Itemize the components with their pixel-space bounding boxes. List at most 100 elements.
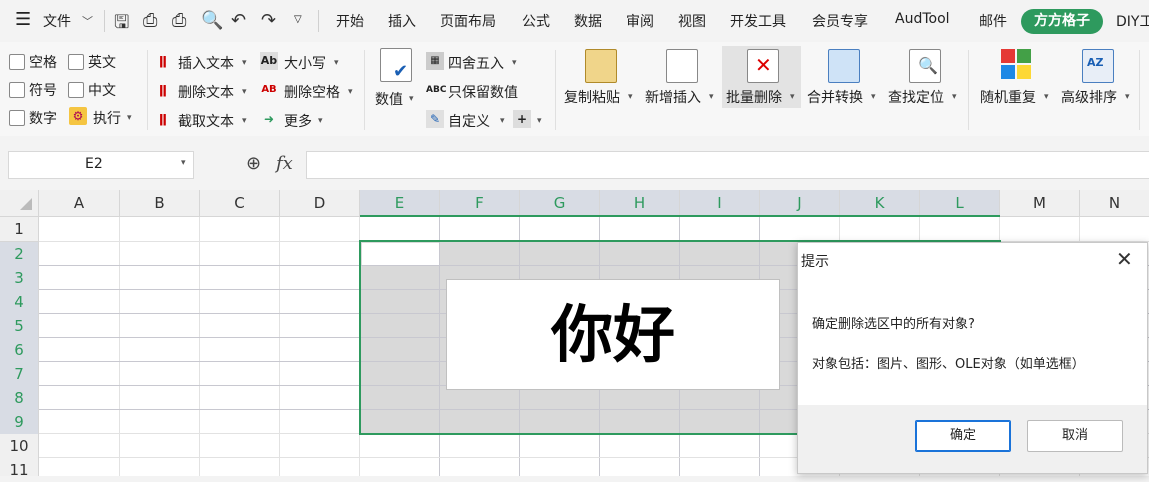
checkbox-number-label: 数字 [29,111,57,127]
confirm-dialog: 提示 ✕ 确定删除选区中的所有对象? 对象包括：图片、图形、OLE对象（如单选框… [797,242,1148,474]
advanced-sort-button[interactable]: AZ 高级排序 ▾ [1057,46,1137,108]
custom-label: 自定义 [448,114,490,130]
column-header-h[interactable]: H [600,190,680,217]
close-icon[interactable]: ✕ [1116,247,1133,271]
checkbox-chinese[interactable] [68,82,84,98]
column-header-i[interactable]: I [680,190,760,217]
tab-view[interactable]: 视图 [678,11,706,31]
chevron-down-icon: ▾ [242,116,247,126]
batch-delete-button[interactable]: ✕ 批量删除 ▾ [722,46,801,108]
column-header-c[interactable]: C [200,190,280,217]
row-header-10[interactable]: 10 [0,434,39,459]
plus-icon: + [513,110,531,128]
column-header-m[interactable]: M [1000,190,1080,217]
column-header-f[interactable]: F [440,190,520,217]
row-header-6[interactable]: 6 [0,338,39,363]
round-button[interactable]: ▦ 四舍五入 ▾ [426,51,526,73]
tab-mail[interactable]: 邮件 [979,11,1007,31]
add-insert-label: 新增插入 [645,90,701,106]
row-header-7[interactable]: 7 [0,362,39,387]
ok-button[interactable]: 确定 [915,420,1011,452]
merge-icon [828,49,860,83]
select-all-corner[interactable] [0,190,39,217]
redo-icon[interactable]: ↷ [261,10,276,31]
export-pdf-icon[interactable]: ⎙ [143,10,157,31]
magnifier-icon: 🔍 [918,56,938,75]
random-repeat-button[interactable]: 随机重复 ▾ [976,46,1056,108]
checkbox-symbol[interactable] [9,82,25,98]
customize-toolbar-icon[interactable]: ▽ [294,14,302,25]
find-locate-button[interactable]: 🔍 查找定位 ▾ [884,46,964,108]
tab-fangfanggezi[interactable]: 方方格子 [1021,9,1103,34]
delete-space-icon: AB [261,84,277,95]
execute-button[interactable]: ⚙ 执行 ▾ [69,107,139,127]
chevron-down-icon[interactable]: ﹀ [82,13,93,29]
row-header-3[interactable]: 3 [0,266,39,291]
name-box[interactable]: E2 ▾ [8,151,194,179]
checkbox-english[interactable] [68,54,84,70]
hamburger-icon[interactable]: ☰ [15,9,31,30]
undo-icon[interactable]: ↶ [231,10,246,31]
value-button[interactable]: ✔ 数值 ▾ [372,48,422,110]
tab-page-layout[interactable]: 页面布局 [440,11,496,31]
custom-button[interactable]: ✎ 自定义 ▾ [426,109,512,131]
extract-text-button[interactable]: ǁ 截取文本 ▾ [154,109,250,131]
column-header-b[interactable]: B [120,190,200,217]
chevron-down-icon: ▾ [318,116,323,126]
row-header-1[interactable]: 1 [0,217,39,242]
tab-insert[interactable]: 插入 [388,11,416,31]
chevron-down-icon[interactable]: ▾ [181,158,186,168]
column-header-e[interactable]: E [360,190,440,217]
add-insert-button[interactable]: 新增插入 ▾ [641,46,721,108]
tab-formulas[interactable]: 公式 [522,11,550,31]
case-button[interactable]: Ab 大小写 ▾ [260,51,350,73]
keep-value-label: 只保留数值 [448,85,518,101]
column-header-l[interactable]: L [920,190,1000,217]
column-header-j[interactable]: J [760,190,840,217]
row-header-4[interactable]: 4 [0,290,39,315]
tab-member[interactable]: 会员专享 [812,11,868,31]
save-icon[interactable]: 🖫 [114,10,129,40]
insert-text-button[interactable]: ǁ 插入文本 ▾ [154,51,250,73]
row-header-9[interactable]: 9 [0,410,39,435]
checkbox-space[interactable] [9,54,25,70]
tab-review[interactable]: 审阅 [626,11,654,31]
copy-paste-button[interactable]: 复制粘贴 ▾ [560,46,640,108]
textbox-object[interactable]: 你好 [446,279,780,390]
row-header-11[interactable]: 11 [0,458,39,479]
function-icon[interactable]: fx [276,153,293,174]
column-header-a[interactable]: A [39,190,120,217]
column-selection-underline [360,215,1000,217]
execute-icon: ⚙ [69,107,87,125]
print-icon[interactable]: ⎙ [172,10,186,31]
cancel-button[interactable]: 取消 [1027,420,1123,452]
row-header-2[interactable]: 2 [0,242,39,267]
tab-data[interactable]: 数据 [574,11,602,31]
column-header-d[interactable]: D [280,190,360,217]
tab-diy-tools[interactable]: DIY工具箱 [1116,11,1149,31]
print-preview-icon[interactable]: 🔍 [201,10,223,31]
keep-value-button[interactable]: ABC 只保留数值 [426,80,530,102]
chevron-down-icon: ▾ [952,92,957,102]
dialog-detail: 对象包括：图片、图形、OLE对象（如单选框） [812,357,1085,372]
insert-row-icon [666,49,698,83]
tab-developer[interactable]: 开发工具 [730,11,786,31]
delete-text-button[interactable]: ǁ 删除文本 ▾ [154,80,250,102]
round-icon: ▦ [426,52,444,70]
tab-start[interactable]: 开始 [336,11,364,31]
column-header-g[interactable]: G [520,190,600,217]
formula-input[interactable] [306,151,1149,179]
row-header-8[interactable]: 8 [0,386,39,411]
more-button[interactable]: ➜ 更多 ▾ [260,109,340,131]
checkbox-number[interactable] [9,110,25,126]
plus-button[interactable]: + ▾ [513,109,547,131]
merge-convert-button[interactable]: 合并转换 ▾ [803,46,883,108]
row-header-5[interactable]: 5 [0,314,39,339]
column-header-n[interactable]: N [1080,190,1149,217]
tab-audtool[interactable]: AudTool [895,11,950,27]
zoom-icon[interactable]: ⊕ [246,153,261,174]
delete-space-button[interactable]: AB 删除空格 ▾ [260,80,360,102]
cell-reference: E2 [85,156,103,172]
file-menu[interactable]: 文件 [43,11,71,31]
column-header-k[interactable]: K [840,190,920,217]
